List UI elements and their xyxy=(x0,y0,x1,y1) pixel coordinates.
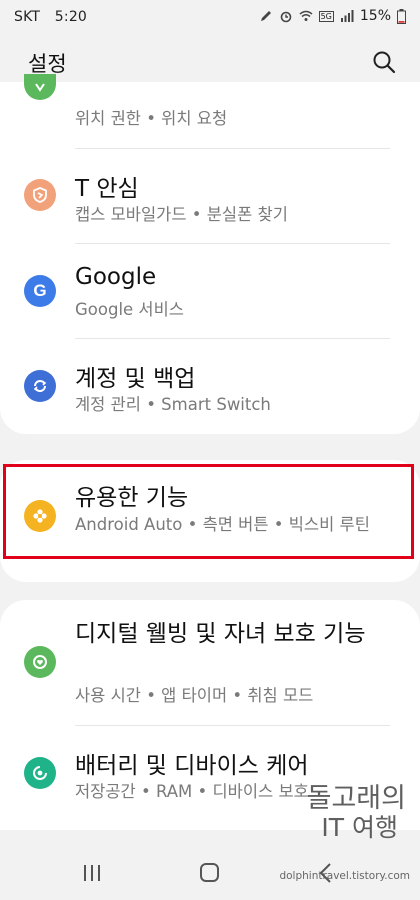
settings-item-t-ansim[interactable]: T 안심 캡스 모바일가드 • 분실폰 찾기 xyxy=(0,149,420,244)
settings-item-title: 배터리 및 디바이스 케어 xyxy=(75,753,309,779)
clock-label: 5:20 xyxy=(54,9,88,25)
settings-item-google[interactable]: G Google Google 서비스 xyxy=(0,244,420,339)
settings-item-subtitle: 위치 권한 • 위치 요청 xyxy=(75,109,228,128)
sync-icon xyxy=(24,370,56,402)
battery-percent: 15% xyxy=(359,8,391,24)
settings-item-location[interactable]: 위치 권한 • 위치 요청 xyxy=(0,74,420,148)
settings-item-subtitle: 캡스 모바일가드 • 분실폰 찾기 xyxy=(75,205,288,224)
google-icon: G xyxy=(24,275,56,307)
wellbeing-icon xyxy=(24,646,56,678)
battery-icon xyxy=(397,8,406,24)
navigation-bar xyxy=(0,845,420,900)
settings-item-subtitle: Google 서비스 xyxy=(75,300,184,319)
settings-item-title: Google xyxy=(75,264,157,290)
alarm-icon xyxy=(280,11,291,23)
watermark-line2: IT 여행 xyxy=(321,813,398,842)
status-right: 5G 15% xyxy=(259,8,406,24)
shield-icon xyxy=(24,179,56,211)
settings-item-subtitle: 계정 관리 • Smart Switch xyxy=(75,395,271,414)
settings-item-digital-wellbeing[interactable]: 디지털 웰빙 및 자녀 보호 기능 사용 시간 • 앱 타이머 • 취침 모드 xyxy=(0,600,420,725)
settings-item-title: T 안심 xyxy=(75,176,139,202)
settings-item-title: 디지털 웰빙 및 자녀 보호 기능 xyxy=(75,621,366,647)
carrier-label: SKT xyxy=(14,9,41,25)
status-bar: SKT 5:20 5G 15% xyxy=(0,0,420,34)
wifi-icon xyxy=(299,10,313,21)
location-icon xyxy=(24,74,56,100)
search-icon[interactable] xyxy=(370,48,398,76)
recent-apps-icon[interactable] xyxy=(72,857,112,889)
status-left: SKT 5:20 xyxy=(14,9,87,25)
highlight-box xyxy=(3,464,414,559)
pen-icon xyxy=(260,11,271,21)
settings-item-accounts-backup[interactable]: 계정 및 백업 계정 관리 • Smart Switch xyxy=(0,339,420,434)
device-care-icon xyxy=(24,757,56,789)
settings-item-subtitle: 사용 시간 • 앱 타이머 • 취침 모드 xyxy=(75,686,314,705)
settings-item-title: 계정 및 백업 xyxy=(75,366,196,392)
network-badge: 5G xyxy=(318,10,334,22)
signal-icon xyxy=(340,10,354,22)
back-icon[interactable] xyxy=(306,857,346,889)
home-icon[interactable] xyxy=(190,857,230,889)
